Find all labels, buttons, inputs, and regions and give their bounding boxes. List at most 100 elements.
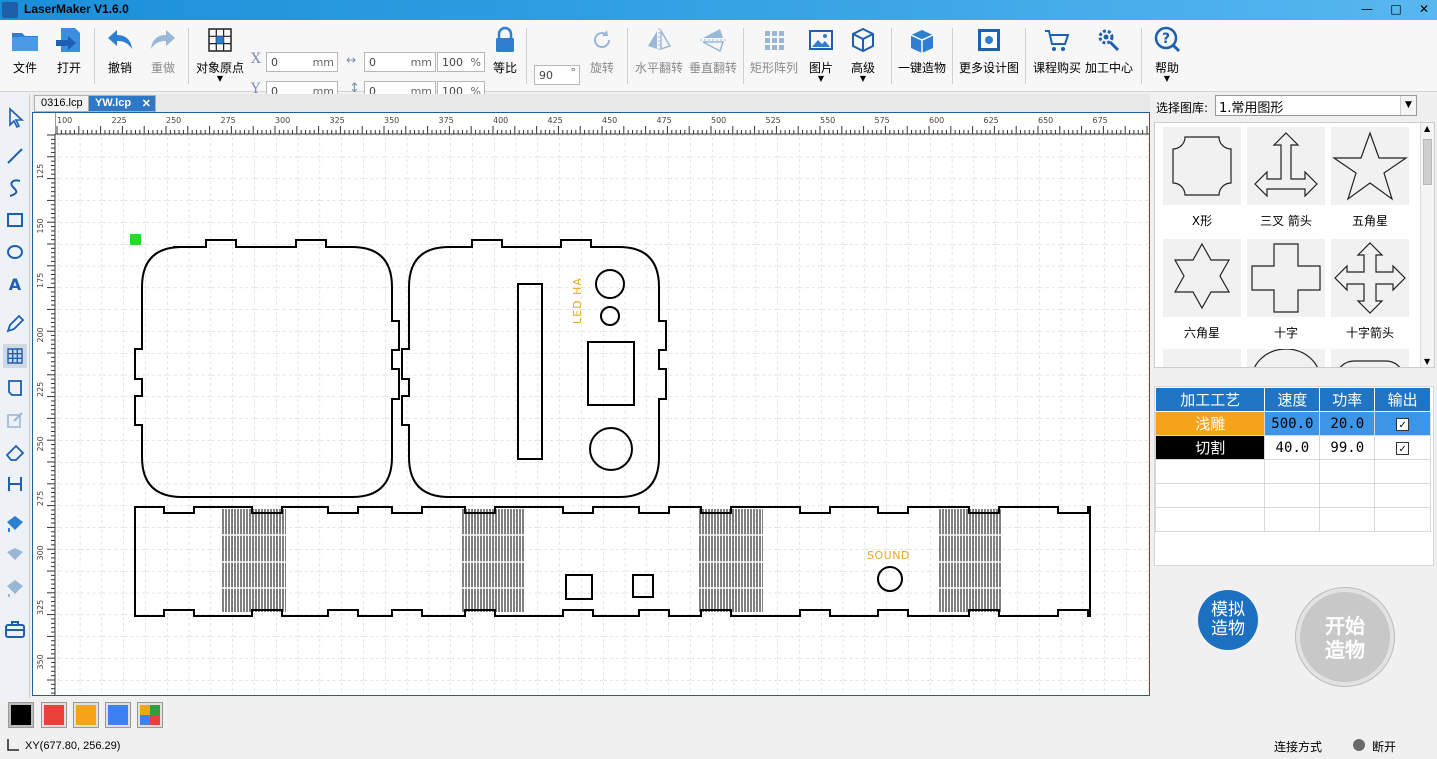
eraser-icon[interactable] <box>3 440 27 464</box>
design-gallery-icon <box>978 29 1000 51</box>
select-arrow-icon[interactable] <box>3 106 27 130</box>
five-point-star-icon <box>1331 127 1409 205</box>
color-swatch-blue[interactable] <box>106 703 130 727</box>
one-click-make-button[interactable]: 一键造物 <box>896 26 948 88</box>
chevron-down-icon: ▼ <box>817 74 825 83</box>
close-button[interactable]: ✕ <box>1410 0 1437 20</box>
rotate-angle-input[interactable]: 90 ° <box>534 65 580 85</box>
ruler-tick-label: 325 <box>36 600 45 615</box>
simulate-label: 模拟 造物 <box>1211 600 1245 639</box>
output-checkbox-cell[interactable]: ✓ <box>1374 435 1431 460</box>
file-label: 文件 <box>12 61 37 75</box>
rotate-button[interactable]: 旋转 <box>586 26 618 88</box>
image-button[interactable]: 图片 ▼ <box>805 26 837 88</box>
ruler-tick-label: 350 <box>36 654 45 669</box>
table-row[interactable]: 切割 40.0 99.0 ✓ <box>1154 435 1431 460</box>
shape-item[interactable] <box>1331 349 1409 367</box>
frame-tool-icon[interactable] <box>3 376 27 400</box>
library-select[interactable]: 1.常用图形 ▼ <box>1215 95 1417 116</box>
tab-yw[interactable]: YW.lcp ✕ <box>88 95 156 112</box>
ellipse-tool-icon[interactable] <box>3 240 27 264</box>
file-button[interactable]: 文件 <box>8 26 42 88</box>
distribute-icon[interactable] <box>3 576 27 600</box>
vertical-flip-button[interactable]: 垂直翻转 <box>688 26 738 88</box>
open-button[interactable]: 打开 <box>52 26 86 88</box>
object-origin-button[interactable]: 对象原点 ▼ <box>194 26 246 88</box>
width-input[interactable]: 0 mm <box>364 52 436 72</box>
ruler-tick-label: 525 <box>766 116 781 125</box>
process-name[interactable]: 浅雕 <box>1154 411 1266 436</box>
ruler-tick-label: 275 <box>221 116 236 125</box>
advanced-button[interactable]: 高级 ▼ <box>847 26 879 88</box>
edit-node-icon[interactable] <box>3 408 27 432</box>
color-swatch-red[interactable] <box>42 703 66 727</box>
six-point-star-icon <box>1163 239 1241 317</box>
curve-tool-icon[interactable] <box>3 176 27 200</box>
more-designs-button[interactable]: 更多设计图 <box>957 26 1021 88</box>
canvas-drawing[interactable]: 100 225 250 275 300 325 350 375 400 425 450 475 500 5… <box>33 113 1149 695</box>
ruler-tick-label: 350 <box>384 116 399 125</box>
process-name[interactable]: 切割 <box>1154 435 1266 460</box>
rectangle-tool-icon[interactable] <box>3 208 27 232</box>
x-input[interactable]: 0 mm <box>266 52 338 72</box>
scroll-down-icon[interactable]: ▼ <box>1424 357 1430 366</box>
output-checkbox-cell[interactable]: ✓ <box>1374 411 1431 436</box>
speed-value[interactable]: 500.0 <box>1264 411 1321 436</box>
output-checkbox[interactable]: ✓ <box>1396 417 1410 431</box>
color-swatch-black[interactable] <box>9 703 33 727</box>
scroll-thumb[interactable] <box>1423 139 1432 185</box>
shape-item[interactable] <box>1163 349 1241 367</box>
horizontal-flip-button[interactable]: 水平翻转 <box>634 26 684 88</box>
scroll-up-icon[interactable]: ▲ <box>1424 124 1430 133</box>
ruler-tick-label: 150 <box>36 218 45 233</box>
table-row[interactable]: 浅雕 500.0 20.0 ✓ <box>1154 411 1431 436</box>
redo-button[interactable]: 重做 <box>146 26 180 88</box>
minimize-button[interactable]: — <box>1353 0 1381 20</box>
lock-icon <box>496 26 514 52</box>
rect-array-button[interactable]: 矩形阵列 <box>748 26 800 88</box>
output-checkbox[interactable]: ✓ <box>1396 441 1410 455</box>
line-tool-icon[interactable] <box>3 144 27 168</box>
pen-tool-icon[interactable] <box>3 312 27 336</box>
grid-tool-button[interactable] <box>3 344 27 368</box>
help-button[interactable]: ? 帮助 ▼ <box>1151 26 1183 88</box>
shape-item[interactable]: 三叉 箭头 <box>1247 127 1325 229</box>
toolbar-divider <box>1025 28 1026 84</box>
open-file-icon <box>56 28 80 52</box>
power-value[interactable]: 99.0 <box>1319 435 1376 460</box>
ratio-lock-button[interactable]: 等比 <box>489 26 521 88</box>
start-button[interactable]: 开始 造物 <box>1296 588 1394 686</box>
buy-course-button[interactable]: 课程购买 <box>1031 26 1083 88</box>
shape-library-scrollbar[interactable]: ▲ ▼ <box>1420 123 1434 367</box>
power-value[interactable]: 20.0 <box>1319 411 1376 436</box>
maximize-button[interactable]: □ <box>1382 0 1410 20</box>
color-swatch-orange[interactable] <box>74 703 98 727</box>
width-percent-input[interactable]: 100% <box>437 52 485 72</box>
shape-item[interactable] <box>1247 348 1325 367</box>
align-icon[interactable] <box>3 544 27 568</box>
header-output: 输出 <box>1374 387 1431 412</box>
shape-item[interactable]: 六角星 <box>1163 239 1241 341</box>
processing-center-button[interactable]: 加工中心 <box>1083 26 1135 88</box>
tab-0316[interactable]: 0316.lcp <box>34 95 90 112</box>
close-tab-icon[interactable]: ✕ <box>142 97 151 110</box>
shape-item[interactable]: 十字 <box>1247 239 1325 341</box>
shape-item[interactable]: X形 <box>1163 127 1241 229</box>
measure-icon[interactable] <box>3 472 27 496</box>
shape-item[interactable]: 五角星 <box>1331 127 1409 229</box>
fill-tool-icon[interactable] <box>3 512 27 536</box>
design-canvas[interactable]: 100 225 250 275 300 325 350 375 400 425 450 475 500 5… <box>32 112 1150 696</box>
shape-item[interactable]: 十字箭头 <box>1331 239 1409 341</box>
open-label: 打开 <box>56 61 81 75</box>
simulate-button[interactable]: 模拟 造物 <box>1198 590 1258 650</box>
text-tool-icon[interactable]: A <box>3 272 27 296</box>
undo-button[interactable]: 撤销 <box>103 26 137 88</box>
box-icon <box>910 30 934 53</box>
speed-value[interactable]: 40.0 <box>1264 435 1321 460</box>
ruler-tick-label: 550 <box>820 116 835 125</box>
undo-icon <box>108 30 132 49</box>
ruler-tick-label: 325 <box>330 116 345 125</box>
toolbox-icon[interactable] <box>3 618 27 642</box>
main-toolbar: 文件 打开 撤销 重做 对象原点 ▼ X 0 mm Y 0 mm ↔ 0 mm 100… <box>0 20 1437 101</box>
color-swatch-multi[interactable] <box>138 703 162 727</box>
